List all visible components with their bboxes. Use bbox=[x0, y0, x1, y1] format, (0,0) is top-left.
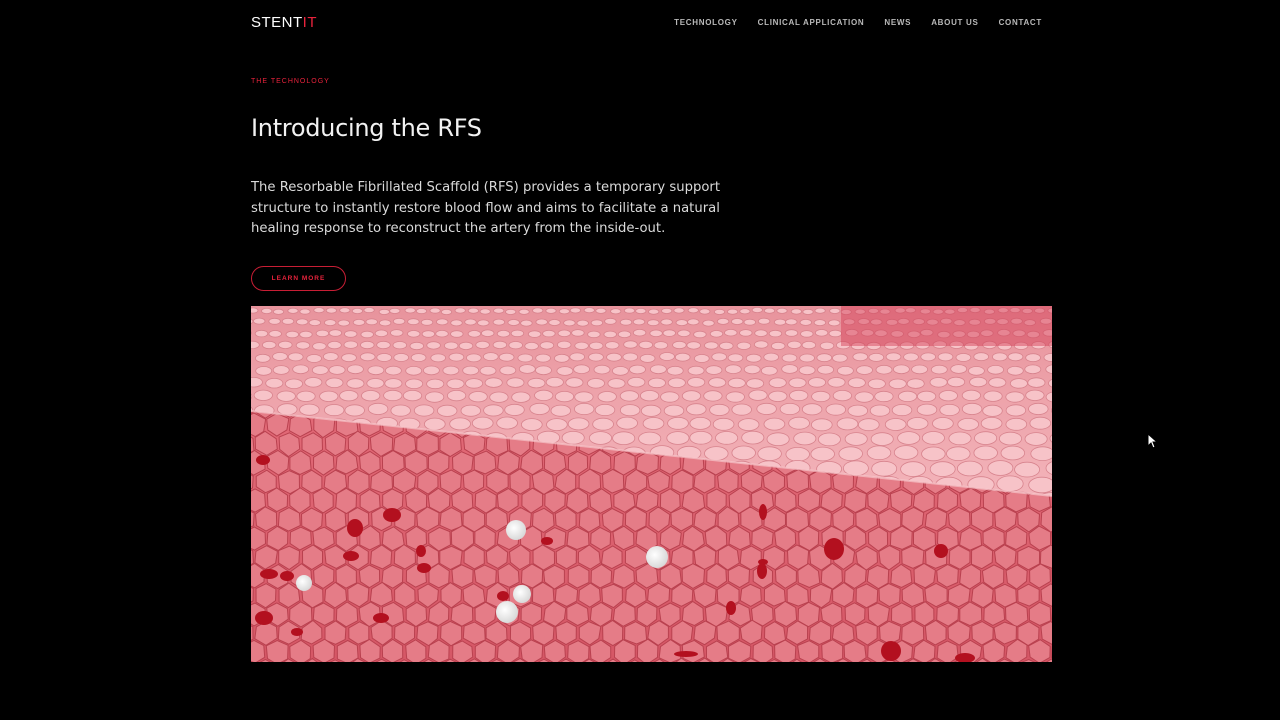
page-title: Introducing the RFS bbox=[251, 114, 482, 142]
red-blood-cell bbox=[291, 628, 303, 636]
nav-technology[interactable]: TECHNOLOGY bbox=[674, 18, 737, 27]
red-blood-cell bbox=[280, 571, 294, 581]
red-blood-cell bbox=[934, 544, 948, 558]
red-blood-cell bbox=[726, 601, 736, 615]
red-blood-cell bbox=[674, 651, 698, 657]
red-blood-cell bbox=[373, 613, 389, 623]
red-blood-cell bbox=[416, 545, 426, 557]
red-blood-cell bbox=[256, 455, 270, 465]
tissue-illustration-icon bbox=[251, 306, 1052, 662]
red-blood-cell bbox=[260, 569, 278, 579]
red-blood-cell bbox=[417, 563, 431, 573]
red-blood-cell bbox=[757, 563, 767, 579]
red-blood-cell bbox=[343, 551, 359, 561]
nav-news[interactable]: NEWS bbox=[884, 18, 911, 27]
white-blood-cell bbox=[506, 520, 526, 540]
red-blood-cell bbox=[347, 519, 363, 537]
nav-about-us[interactable]: ABOUT US bbox=[931, 18, 978, 27]
logo-accent: IT bbox=[302, 14, 318, 31]
red-blood-cell bbox=[759, 504, 767, 520]
red-blood-cell bbox=[881, 641, 901, 661]
tissue-illustration bbox=[251, 306, 1052, 662]
white-blood-cell bbox=[646, 546, 668, 568]
page: STENTIT TECHNOLOGY CLINICAL APPLICATION … bbox=[0, 0, 1280, 720]
nav-contact[interactable]: CONTACT bbox=[999, 18, 1042, 27]
white-blood-cell bbox=[496, 601, 518, 623]
intro-paragraph: The Resorbable Fibrillated Scaffold (RFS… bbox=[251, 180, 720, 236]
red-blood-cell bbox=[255, 611, 273, 625]
white-blood-cell bbox=[296, 575, 312, 591]
red-blood-cell bbox=[758, 559, 768, 565]
main-nav: TECHNOLOGY CLINICAL APPLICATION NEWS ABO… bbox=[674, 18, 1042, 27]
logo-main: STENT bbox=[251, 14, 303, 31]
white-blood-cell bbox=[513, 585, 531, 603]
red-blood-cell bbox=[541, 537, 553, 545]
site-header: STENTIT TECHNOLOGY CLINICAL APPLICATION … bbox=[251, 0, 1042, 46]
red-blood-cell bbox=[383, 508, 401, 522]
mouse-cursor-icon bbox=[1147, 433, 1159, 449]
red-blood-cell bbox=[824, 538, 844, 560]
red-blood-cell bbox=[497, 591, 509, 601]
learn-more-button[interactable]: LEARN MORE bbox=[251, 266, 346, 291]
logo[interactable]: STENTIT bbox=[251, 14, 317, 31]
nav-clinical-application[interactable]: CLINICAL APPLICATION bbox=[758, 18, 865, 27]
section-eyebrow: THE TECHNOLOGY bbox=[251, 78, 330, 85]
